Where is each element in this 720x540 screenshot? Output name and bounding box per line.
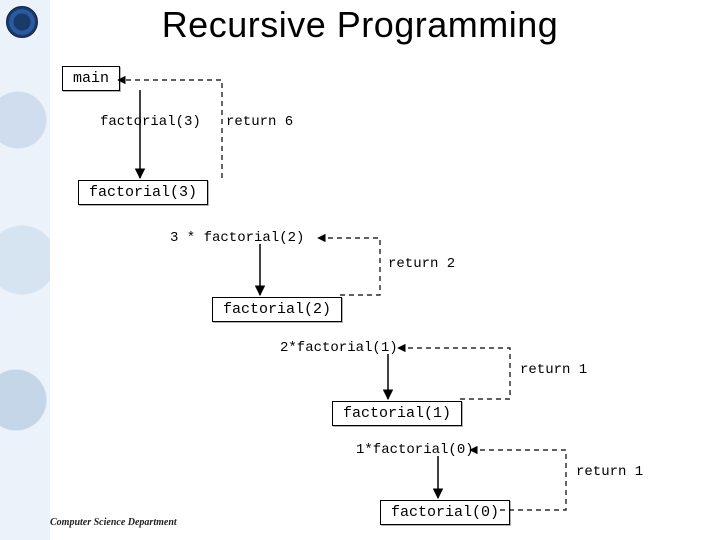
label-return-2: return 2 xyxy=(388,256,455,272)
label-expr-3x-f2: 3 * factorial(2) xyxy=(170,230,304,246)
box-factorial-2: factorial(2) xyxy=(212,297,342,322)
label-return-1a: return 1 xyxy=(520,362,587,378)
label-call-factorial3: factorial(3) xyxy=(100,114,201,130)
label-expr-1x-f0: 1*factorial(0) xyxy=(356,442,474,458)
label-return-1b: return 1 xyxy=(576,464,643,480)
box-factorial-0: factorial(0) xyxy=(380,500,510,525)
footer-text: Computer Science Department xyxy=(50,517,177,528)
box-factorial-1: factorial(1) xyxy=(332,401,462,426)
box-factorial-3: factorial(3) xyxy=(78,180,208,205)
box-main: main xyxy=(62,66,120,91)
background-decoration xyxy=(0,0,50,540)
label-return-6: return 6 xyxy=(226,114,293,130)
page-title: Recursive Programming xyxy=(0,4,720,46)
label-expr-2x-f1: 2*factorial(1) xyxy=(280,340,398,356)
